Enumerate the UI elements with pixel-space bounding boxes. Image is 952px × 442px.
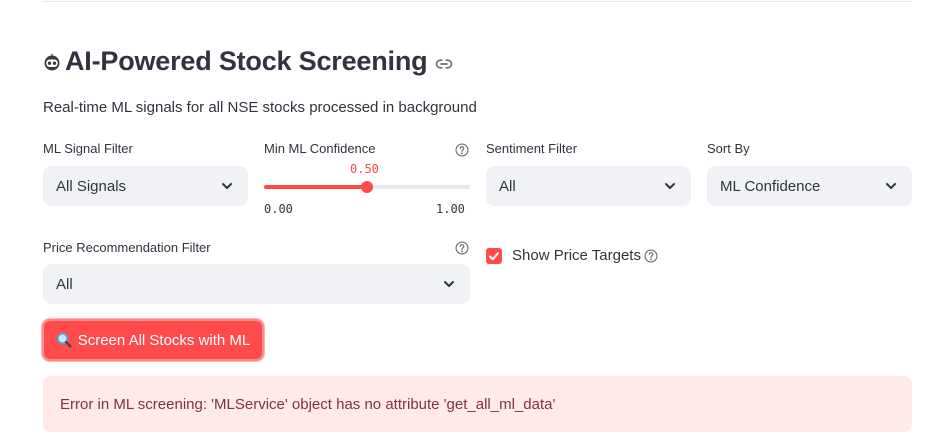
magnifying-glass-icon (56, 332, 72, 348)
ml-signal-filter-value: All Signals (56, 177, 127, 195)
chevron-down-icon (444, 281, 454, 287)
sort-by-select[interactable]: ML Confidence (707, 166, 912, 206)
checkmark-icon (489, 252, 499, 261)
chevron-down-icon (886, 183, 896, 189)
page-subtitle: Real-time ML signals for all NSE stocks … (43, 99, 477, 116)
chevron-down-icon (665, 183, 675, 189)
help-icon[interactable] (644, 249, 658, 263)
sentiment-filter-select[interactable]: All (486, 166, 691, 206)
anchor-link-icon[interactable] (435, 55, 453, 73)
slider-max-label: 1.00 (436, 202, 465, 216)
sort-by-label: Sort By (707, 141, 750, 156)
price-recommendation-select[interactable]: All (43, 264, 470, 304)
show-price-targets-label[interactable]: Show Price Targets (512, 247, 641, 264)
page-title: AI-Powered Stock Screening (43, 46, 453, 77)
screen-all-stocks-button-label: Screen All Stocks with ML (77, 331, 251, 349)
error-alert: Error in ML screening: 'MLService' objec… (43, 376, 912, 432)
sentiment-filter-label: Sentiment Filter (486, 141, 578, 156)
price-recommendation-label: Price Recommendation Filter (43, 240, 211, 255)
top-divider (43, 1, 912, 2)
slider-track-fill (264, 185, 367, 189)
min-confidence-current-value: 0.50 (350, 162, 379, 176)
sentiment-filter-value: All (499, 177, 516, 195)
min-confidence-label: Min ML Confidence (264, 141, 376, 156)
robot-face-icon (44, 53, 60, 70)
help-icon[interactable] (455, 241, 469, 255)
chevron-down-icon (222, 183, 232, 189)
ml-signal-filter-select[interactable]: All Signals (43, 166, 248, 206)
error-message: Error in ML screening: 'MLService' objec… (60, 395, 556, 413)
screen-all-stocks-button[interactable]: Screen All Stocks with ML (42, 319, 264, 361)
page-title-text: AI-Powered Stock Screening (65, 46, 428, 76)
ml-signal-filter-label: ML Signal Filter (43, 141, 133, 156)
price-recommendation-value: All (56, 275, 73, 293)
sort-by-value: ML Confidence (720, 177, 821, 195)
slider-min-label: 0.00 (264, 202, 293, 216)
show-price-targets-checkbox[interactable] (486, 248, 502, 264)
help-icon[interactable] (455, 143, 469, 157)
slider-thumb[interactable] (361, 181, 373, 193)
